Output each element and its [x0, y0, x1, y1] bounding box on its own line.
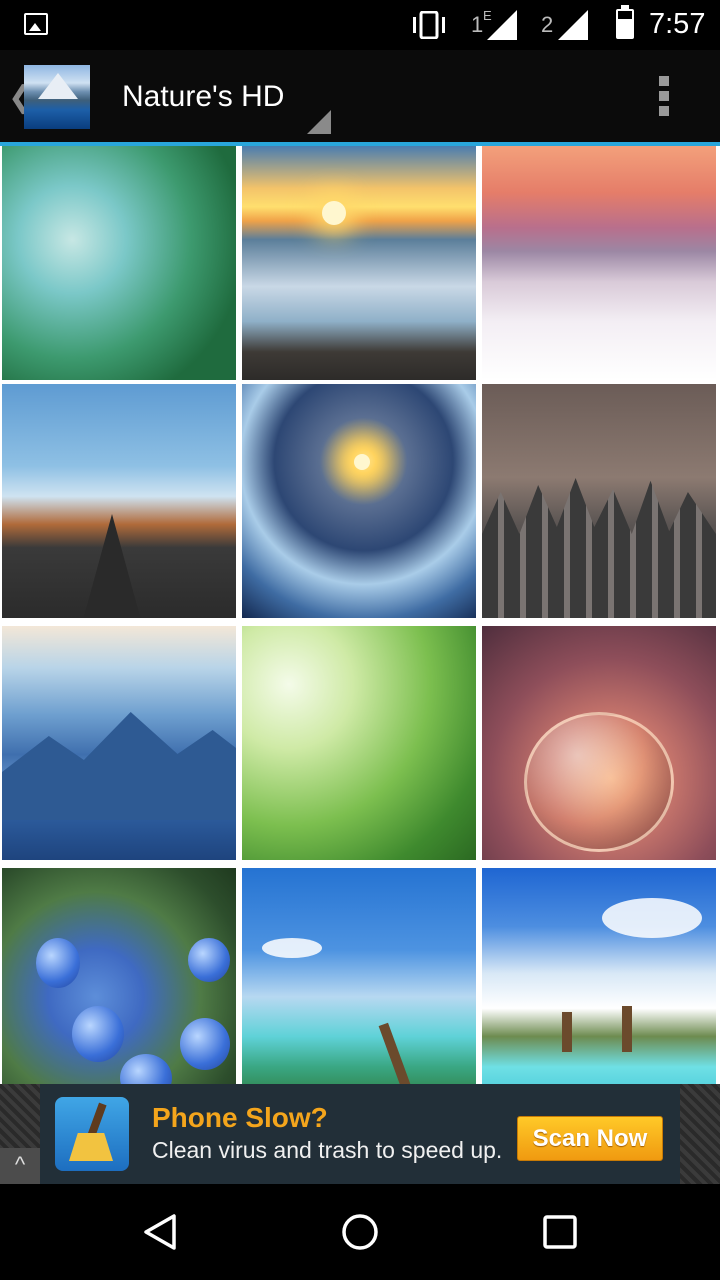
clock: 7:57: [649, 8, 706, 40]
battery-icon: [616, 5, 634, 39]
wallpaper-thumbnail[interactable]: [2, 868, 236, 1084]
ad-headline[interactable]: Phone Slow?: [152, 1102, 328, 1134]
wallpaper-thumbnail[interactable]: [242, 384, 476, 618]
app-title[interactable]: Nature's HD: [122, 80, 284, 114]
wallpaper-grid: [0, 146, 720, 1084]
wallpaper-thumbnail[interactable]: [242, 626, 476, 860]
gallery-icon: [24, 13, 48, 35]
ad-collapse-button[interactable]: ^: [0, 1148, 40, 1184]
wallpaper-thumbnail[interactable]: [482, 626, 716, 860]
dropdown-triangle-icon[interactable]: [307, 110, 331, 134]
overflow-menu-icon[interactable]: [654, 76, 674, 120]
vibrate-icon: [413, 11, 445, 39]
back-triangle-icon[interactable]: [140, 1212, 180, 1252]
wallpaper-thumbnail[interactable]: [242, 868, 476, 1084]
ad-banner[interactable]: ^ Phone Slow? Clean virus and trash to s…: [0, 1084, 720, 1184]
wallpaper-thumbnail[interactable]: [2, 626, 236, 860]
wallpaper-thumbnail[interactable]: [482, 868, 716, 1084]
wallpaper-thumbnail[interactable]: [2, 384, 236, 618]
wallpaper-thumbnail[interactable]: [2, 146, 236, 380]
status-bar: 1 E 2 7:57: [0, 0, 720, 50]
broom-icon: [55, 1097, 129, 1171]
wallpaper-thumbnail[interactable]: [482, 384, 716, 618]
wallpaper-thumbnail[interactable]: [482, 146, 716, 380]
navigation-bar: [0, 1184, 720, 1280]
ad-subline[interactable]: Clean virus and trash to speed up.: [152, 1137, 502, 1164]
ad-pattern: [680, 1084, 720, 1184]
app-icon[interactable]: [24, 65, 90, 129]
scan-now-button[interactable]: Scan Now: [517, 1116, 663, 1161]
sim2-label: 2: [541, 12, 554, 37]
action-bar: ❮ Nature's HD: [0, 50, 720, 142]
recents-square-icon[interactable]: [540, 1212, 580, 1252]
signal-icon: [558, 10, 588, 40]
home-circle-icon[interactable]: [340, 1212, 380, 1252]
sim1-label: 1: [471, 12, 484, 37]
wallpaper-thumbnail[interactable]: [242, 146, 476, 380]
signal-icon: [487, 10, 517, 40]
